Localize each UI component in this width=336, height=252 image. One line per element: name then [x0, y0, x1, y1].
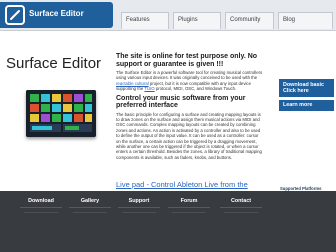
live-pad-video-link[interactable]: Live pad - Control Ableton Live from the [116, 180, 248, 189]
footer-divider [172, 212, 206, 213]
nav-tab-plugins[interactable]: Plugins [173, 12, 221, 29]
hero-section: Surface Editor The site is online for te… [0, 31, 336, 219]
site-footer: Download Gallery Support Forum Contact [0, 191, 336, 252]
intro-text-end: protocol, MIDI, OSC, and Windows Touch. [154, 86, 237, 92]
intro-paragraph: The Surface Editor is a powerful softwar… [116, 70, 264, 92]
download-basic-button[interactable]: Download basic Click here [279, 79, 334, 97]
footer-forum-column: Forum [160, 198, 218, 213]
page: Surface Editor Features Plugins Communit… [0, 0, 336, 252]
footer-divider [220, 207, 262, 208]
logo-text: Surface Editor [29, 9, 84, 18]
footer-divider [24, 212, 58, 213]
test-site-notice: The site is online for test purpose only… [116, 53, 258, 68]
nav-tab-features[interactable]: Features [121, 12, 169, 29]
top-navigation-bar: Surface Editor Features Plugins Communit… [0, 0, 336, 31]
nav-tab-community[interactable]: Community [225, 12, 274, 29]
footer-divider [122, 212, 156, 213]
body-paragraph: The basic principle for configuring a su… [116, 111, 262, 160]
footer-divider [224, 212, 258, 213]
section-subheading: Control your music software from your pr… [116, 94, 246, 110]
learn-more-button[interactable]: Learn more [279, 100, 334, 111]
footer-contact-column: Contact [212, 198, 270, 213]
main-content-column: The site is online for test purpose only… [116, 53, 264, 160]
footer-divider [73, 212, 107, 213]
product-screenshot-image [26, 90, 96, 137]
nav-tab-blog[interactable]: Blog [278, 12, 333, 29]
site-logo[interactable]: Surface Editor [0, 2, 113, 28]
footer-link-contact[interactable]: Contact [212, 198, 270, 204]
page-title: Surface Editor [6, 55, 102, 72]
footer-divider [20, 207, 62, 208]
intro-text-start: The Surface Editor is a powerful softwar… [116, 70, 263, 81]
footer-divider [118, 207, 160, 208]
footer-divider [168, 207, 210, 208]
footer-link-forum[interactable]: Forum [160, 198, 218, 204]
surface-editor-logo-icon [5, 5, 25, 25]
tuio-link[interactable]: TUIO [144, 86, 154, 91]
reactable-link[interactable]: reactable cultural [116, 81, 149, 86]
footer-divider [69, 207, 111, 208]
